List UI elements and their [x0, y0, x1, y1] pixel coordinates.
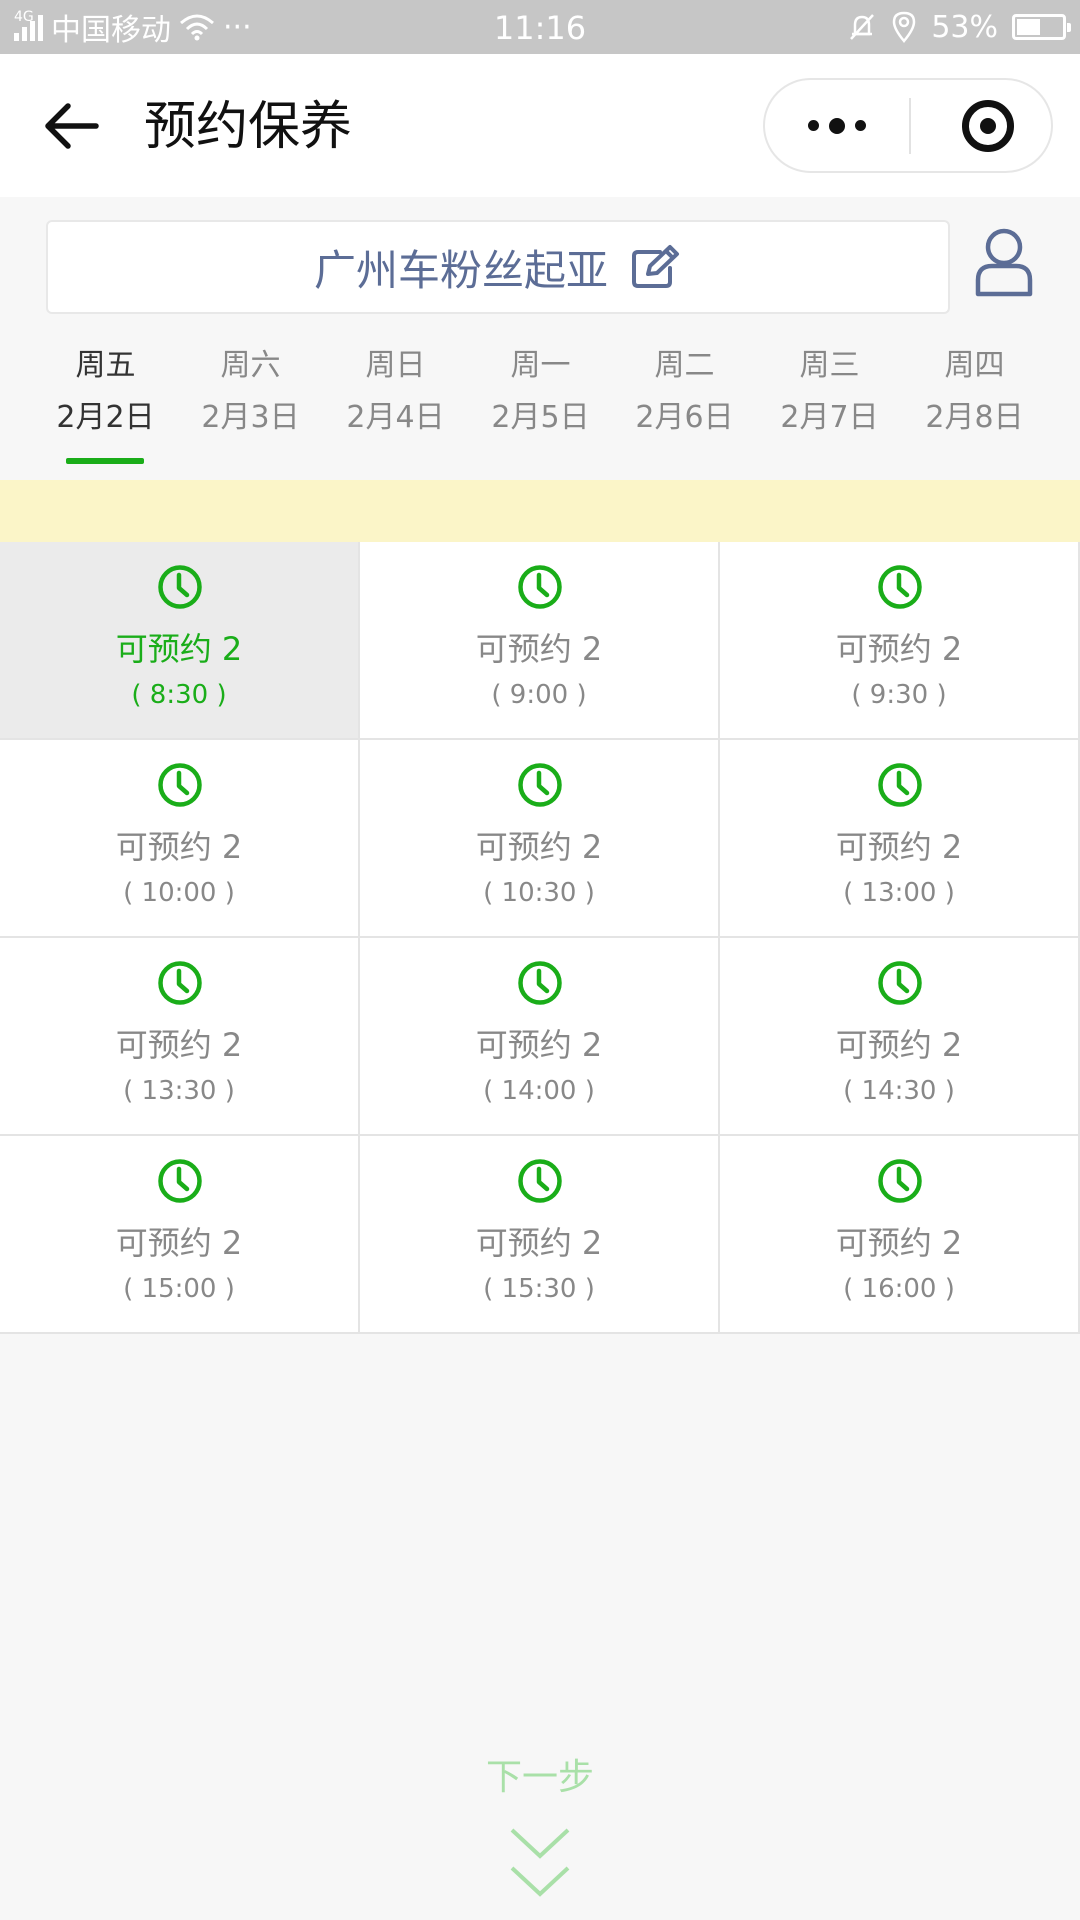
clock-icon	[517, 762, 563, 808]
tab-date-5[interactable]: 周三 2月7日	[757, 330, 902, 470]
time-slot[interactable]: 可预约 2 ( 9:00 )	[360, 542, 720, 740]
tab-date: 2月7日	[780, 400, 879, 435]
status-right: 53%	[847, 0, 1071, 54]
store-selector[interactable]: 广州车粉丝起亚	[46, 220, 950, 314]
slot-availability: 可预约 2	[475, 828, 603, 866]
slot-availability: 可预约 2	[475, 1224, 603, 1262]
slot-availability: 可预约 2	[475, 630, 603, 668]
date-tabs: 周五 2月2日 周六 2月3日 周日 2月4日 周一 2月5日 周二 2月6日 …	[0, 330, 1080, 470]
time-slot-grid: 可预约 2( 8:30 ) 可预约 2( 9:00 ) 可预约 2( 9:30 ) 可…	[0, 542, 1080, 1334]
slot-time: ( 13:00 )	[843, 878, 955, 908]
slot-availability: 可预约 2	[475, 1026, 603, 1064]
tab-weekday: 周六	[220, 348, 281, 383]
notice-band	[0, 480, 1080, 542]
slot-availability: 可预约 2	[115, 1026, 243, 1064]
tab-date-6[interactable]: 周四 2月8日	[902, 330, 1047, 470]
capsule-divider	[909, 98, 911, 154]
slot-time: ( 14:30 )	[843, 1076, 955, 1106]
page-title: 预约保养	[144, 97, 353, 157]
time-slot[interactable]: 可预约 2 ( 14:30 )	[720, 938, 1080, 1136]
status-bar: 4G 中国移动 ··· 11:16 53%	[0, 0, 1080, 54]
slot-availability: 可预约 2	[115, 630, 243, 668]
bell-muted-icon	[850, 14, 875, 40]
target-circle-icon[interactable]	[962, 100, 1014, 152]
slot-availability: 可预约 2	[835, 828, 963, 866]
tab-date-2[interactable]: 周日 2月4日	[323, 330, 468, 470]
time-slot[interactable]: 可预约 2 ( 13:00 )	[720, 740, 1080, 938]
battery-icon	[1012, 14, 1071, 40]
tab-weekday: 周五	[75, 348, 136, 383]
time-slot[interactable]: 可预约 2 ( 13:30 )	[0, 938, 360, 1136]
tab-date: 2月8日	[925, 400, 1024, 435]
slot-time: ( 8:30 )	[131, 680, 227, 710]
user-icon[interactable]	[974, 226, 1034, 298]
location-icon	[893, 11, 916, 43]
back-arrow-icon[interactable]	[42, 100, 100, 152]
slot-time: ( 10:30 )	[483, 878, 595, 908]
tab-date-4[interactable]: 周二 2月6日	[612, 330, 757, 470]
clock-icon	[157, 564, 203, 610]
battery-percent: 53%	[931, 9, 998, 45]
slot-availability: 可预约 2	[835, 1026, 963, 1064]
next-step-button[interactable]: 下一步	[0, 1752, 1080, 1804]
tab-date: 2月6日	[635, 400, 734, 435]
slot-availability: 可预约 2	[835, 630, 963, 668]
store-name: 广州车粉丝起亚	[313, 245, 608, 295]
time-slot[interactable]: 可预约 2 ( 10:00 )	[0, 740, 360, 938]
mini-program-capsule	[763, 78, 1053, 173]
clock-icon	[157, 1158, 203, 1204]
slot-time: ( 13:30 )	[123, 1076, 235, 1106]
slot-time: ( 14:00 )	[483, 1076, 595, 1106]
tab-date-3[interactable]: 周一 2月5日	[468, 330, 613, 470]
clock-icon	[517, 960, 563, 1006]
slot-time: ( 16:00 )	[843, 1274, 955, 1304]
tab-weekday: 周四	[944, 348, 1005, 383]
time-slot[interactable]: 可预约 2 ( 8:30 )	[0, 542, 360, 740]
tab-weekday: 周日	[365, 348, 426, 383]
tab-weekday: 周二	[654, 348, 715, 383]
slot-availability: 可预约 2	[115, 828, 243, 866]
time-slot[interactable]: 可预约 2 ( 9:30 )	[720, 542, 1080, 740]
clock-icon	[877, 762, 923, 808]
tab-date-1[interactable]: 周六 2月3日	[178, 330, 323, 470]
clock-icon	[157, 762, 203, 808]
slot-availability: 可预约 2	[835, 1224, 963, 1262]
time-slot[interactable]: 可预约 2 ( 15:30 )	[360, 1136, 720, 1334]
tab-weekday: 周三	[799, 348, 860, 383]
active-tab-indicator	[66, 458, 144, 464]
slot-time: ( 9:30 )	[851, 680, 947, 710]
clock-icon	[517, 564, 563, 610]
tab-date-0[interactable]: 周五 2月2日	[33, 330, 178, 470]
tab-date: 2月5日	[491, 400, 590, 435]
slot-time: ( 9:00 )	[491, 680, 587, 710]
clock-icon	[517, 1158, 563, 1204]
edit-pencil-icon	[632, 245, 679, 288]
clock-icon	[877, 960, 923, 1006]
slot-time: ( 15:00 )	[123, 1274, 235, 1304]
time-slot[interactable]: 可预约 2 ( 14:00 )	[360, 938, 720, 1136]
time-slot[interactable]: 可预约 2 ( 15:00 )	[0, 1136, 360, 1334]
tab-date: 2月2日	[56, 400, 155, 435]
slot-time: ( 15:30 )	[483, 1274, 595, 1304]
slot-time: ( 10:00 )	[123, 878, 235, 908]
time-slot[interactable]: 可预约 2 ( 10:30 )	[360, 740, 720, 938]
slot-availability: 可预约 2	[115, 1224, 243, 1262]
tab-date: 2月3日	[201, 400, 300, 435]
clock-icon	[877, 564, 923, 610]
more-dots-icon[interactable]	[765, 80, 909, 171]
clock-icon	[877, 1158, 923, 1204]
nav-bar: 预约保养	[0, 54, 1080, 197]
clock-icon	[157, 960, 203, 1006]
tab-date: 2月4日	[346, 400, 445, 435]
tab-weekday: 周一	[510, 348, 571, 383]
time-slot[interactable]: 可预约 2 ( 16:00 )	[720, 1136, 1080, 1334]
double-chevron-down-icon[interactable]	[508, 1820, 572, 1904]
battery-fill	[1017, 19, 1040, 35]
